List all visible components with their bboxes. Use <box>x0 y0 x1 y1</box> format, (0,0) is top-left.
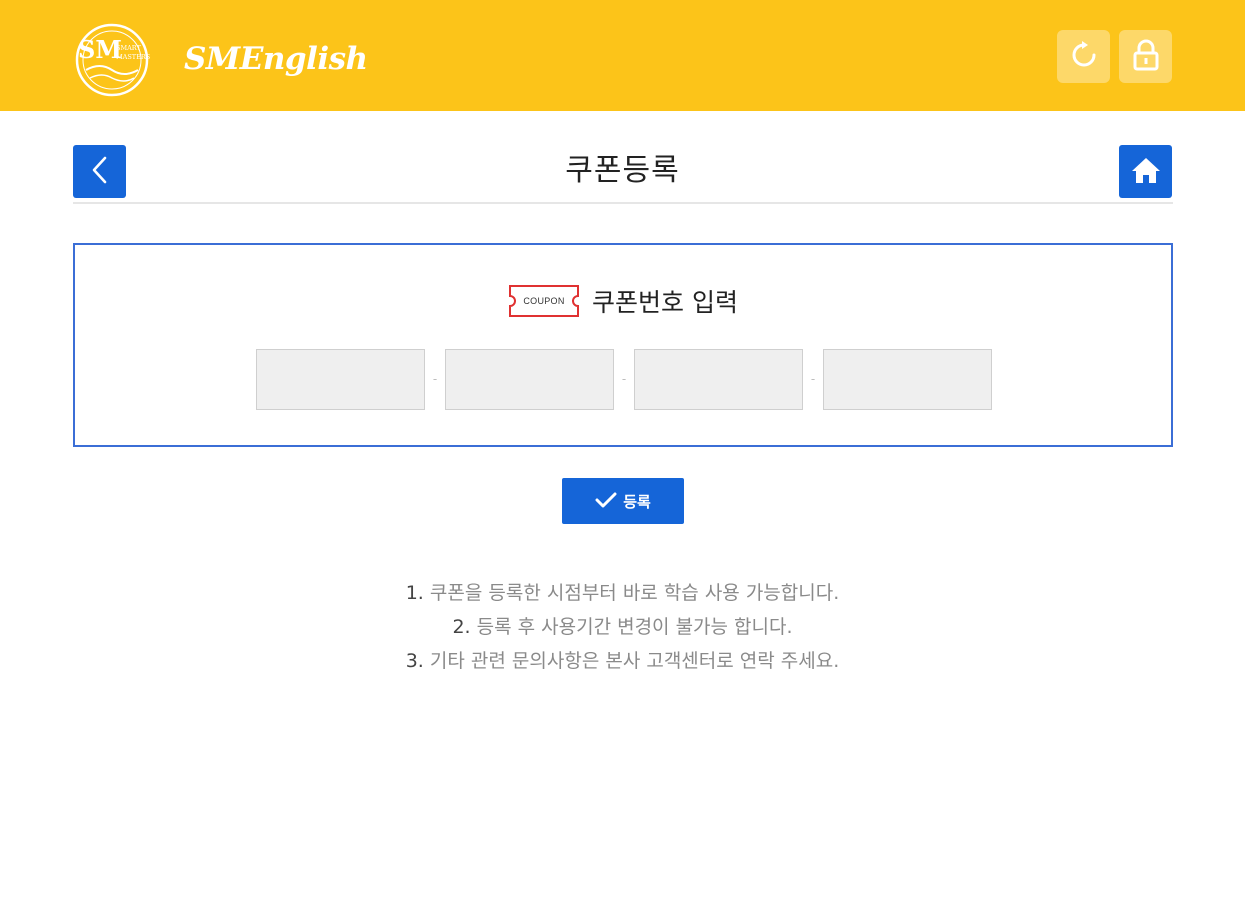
home-icon <box>1130 155 1162 189</box>
register-button-label: 등록 <box>623 493 651 511</box>
logo-emblem-icon: SM SMART MASTERS <box>72 22 152 98</box>
code-separator: - <box>810 372 816 386</box>
coupon-code-field-2[interactable] <box>445 348 614 410</box>
lock-button[interactable] <box>1119 30 1172 83</box>
note-text: 등록 후 사용기간 변경이 불가능 합니다. <box>470 616 793 638</box>
title-divider <box>73 202 1173 204</box>
coupon-ticket-label: COUPON <box>523 296 565 306</box>
code-separator: - <box>432 372 438 386</box>
refresh-icon <box>1069 40 1099 74</box>
lock-icon <box>1131 39 1161 75</box>
note-number: 2. <box>452 616 471 638</box>
refresh-button[interactable] <box>1057 30 1110 83</box>
register-button[interactable]: 등록 <box>562 478 684 524</box>
chevron-left-icon <box>88 155 112 189</box>
note-number: 3. <box>405 650 424 672</box>
note-item: 1. 쿠폰을 등록한 시점부터 바로 학습 사용 가능합니다. <box>200 576 1045 610</box>
coupon-entry-panel: COUPON 쿠폰번호 입력 - - - <box>73 243 1173 447</box>
brand-logo[interactable]: SM SMART MASTERS SMEnglish <box>72 22 368 98</box>
coupon-heading-text: 쿠폰번호 입력 <box>592 288 738 317</box>
brand-name: SMEnglish <box>184 41 368 77</box>
note-text: 쿠폰을 등록한 시점부터 바로 학습 사용 가능합니다. <box>423 582 840 604</box>
note-item: 2. 등록 후 사용기간 변경이 불가능 합니다. <box>200 610 1045 644</box>
coupon-heading: COUPON 쿠폰번호 입력 <box>75 281 1171 321</box>
page-title: 쿠폰등록 <box>565 153 680 188</box>
note-item: 3. 기타 관련 문의사항은 본사 고객센터로 연락 주세요. <box>200 644 1045 678</box>
coupon-ticket-icon: COUPON <box>508 284 580 318</box>
coupon-code-field-4[interactable] <box>823 348 992 410</box>
home-button[interactable] <box>1119 145 1172 198</box>
coupon-code-field-1[interactable] <box>256 348 425 410</box>
coupon-code-row: - - - <box>256 348 992 410</box>
top-header: SM SMART MASTERS SMEnglish <box>0 0 1245 111</box>
coupon-code-field-3[interactable] <box>634 348 803 410</box>
logo-small-line-1: SMART <box>116 44 142 52</box>
coupon-notes: 1. 쿠폰을 등록한 시점부터 바로 학습 사용 가능합니다. 2. 등록 후 … <box>200 576 1045 678</box>
note-number: 1. <box>405 582 424 604</box>
logo-small-line-2: MASTERS <box>116 53 150 61</box>
code-separator: - <box>621 372 627 386</box>
back-button[interactable] <box>73 145 126 198</box>
check-icon <box>595 491 617 512</box>
note-text: 기타 관련 문의사항은 본사 고객센터로 연락 주세요. <box>423 650 840 672</box>
